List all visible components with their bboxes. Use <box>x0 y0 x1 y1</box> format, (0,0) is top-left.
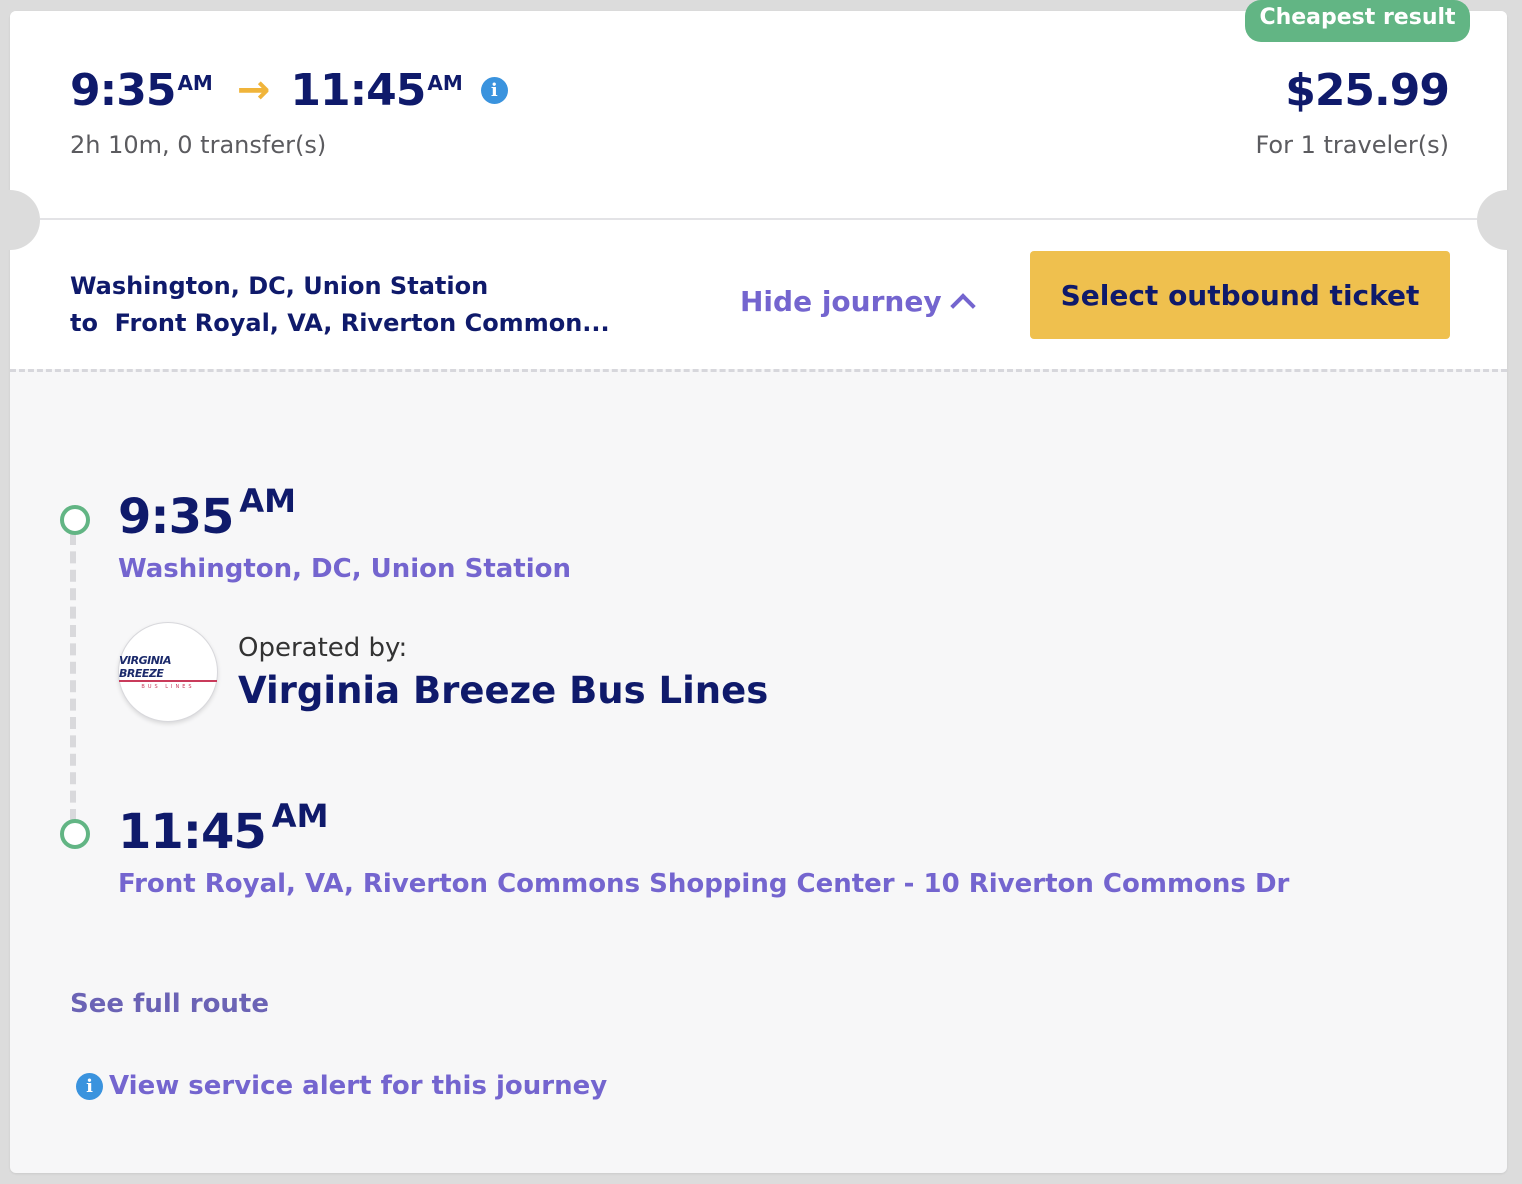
operator-logo-text: VIRGINIA BREEZE <box>119 654 217 682</box>
cheapest-badge: Cheapest result <box>1245 0 1470 42</box>
price: $25.99 <box>1285 65 1450 116</box>
arrive-time: 11:45 <box>290 65 426 116</box>
depart-period: AM <box>177 71 213 95</box>
arrow-right-icon: → <box>236 67 271 113</box>
time-range: 9:35 AM → 11:45 AM i <box>70 67 508 115</box>
hide-journey-toggle[interactable]: Hide journey <box>740 285 976 319</box>
info-icon: i <box>76 1072 103 1100</box>
service-alert-label: View service alert for this journey <box>109 1071 608 1101</box>
hide-journey-label: Hide journey <box>740 285 942 318</box>
route-summary: Washington, DC, Union Station to Front R… <box>70 268 610 342</box>
operator-logo: VIRGINIA BREEZE BUS LINES <box>118 622 218 722</box>
timeline-line <box>70 533 76 821</box>
operator-logo-subtext: BUS LINES <box>141 684 195 690</box>
operator-name: Virginia Breeze Bus Lines <box>238 669 769 712</box>
departure-station: Washington, DC, Union Station <box>118 554 572 584</box>
departure-time: 9:35 AM <box>118 485 296 545</box>
arrival-time-period: AM <box>271 797 329 835</box>
departure-time-value: 9:35 <box>118 489 234 545</box>
arrival-station: Front Royal, VA, Riverton Commons Shoppi… <box>118 869 1290 899</box>
see-full-route-link[interactable]: See full route <box>70 989 269 1019</box>
journey-summary: 9:35 AM → 11:45 AM i 2h 10m, 0 transfer(… <box>10 11 1507 218</box>
service-alert-link[interactable]: i View service alert for this journey <box>76 1071 607 1101</box>
timeline-stop-icon <box>60 505 90 535</box>
dashed-separator <box>10 369 1507 372</box>
route-to: to Front Royal, VA, Riverton Common... <box>70 309 610 337</box>
journey-card: 9:35 AM → 11:45 AM i 2h 10m, 0 transfer(… <box>0 0 1522 1173</box>
arrive-period: AM <box>427 71 463 95</box>
chevron-up-icon <box>949 292 976 319</box>
traveler-count: For 1 traveler(s) <box>1255 131 1449 159</box>
departure-time-period: AM <box>239 482 296 520</box>
route-from: Washington, DC, Union Station <box>70 272 489 300</box>
depart-time: 9:35 <box>70 65 176 116</box>
select-outbound-button[interactable]: Select outbound ticket <box>1030 251 1450 339</box>
operated-by-label: Operated by: <box>238 633 408 663</box>
duration-transfers: 2h 10m, 0 transfer(s) <box>70 131 327 159</box>
route-bar: Washington, DC, Union Station to Front R… <box>10 220 1507 369</box>
arrival-time-value: 11:45 <box>118 804 267 860</box>
arrival-time: 11:45 AM <box>118 800 328 860</box>
timeline-stop-icon <box>60 819 90 849</box>
info-icon[interactable]: i <box>480 77 508 104</box>
